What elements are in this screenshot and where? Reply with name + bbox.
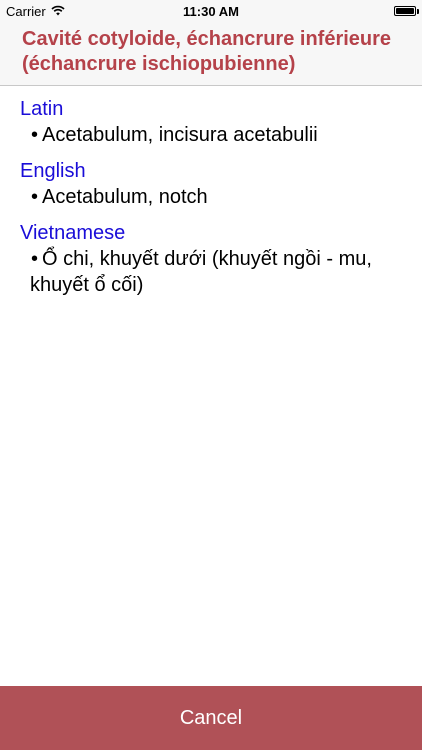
language-label-latin: Latin [20, 98, 64, 120]
page-title: Cavité cotyloide, échancrure inférieure … [22, 28, 392, 75]
battery-icon [394, 6, 419, 16]
entry-english: English • Acetabulum, notch [20, 158, 402, 210]
bullet-icon: • [30, 248, 38, 270]
status-bar: Carrier 11:30 AM [0, 0, 422, 22]
language-label-vietnamese: Vietnamese [20, 222, 126, 244]
term-list: Latin • Acetabulum, incisura acetabulii … [20, 96, 402, 308]
entry-latin: Latin • Acetabulum, incisura acetabulii [20, 96, 402, 148]
entry-vietnamese: Vietnamese • Ổ chi, khuyết dưới (khuyết … [20, 220, 402, 298]
bullet-icon: • [30, 124, 38, 146]
cancel-button[interactable]: Cancel [0, 686, 422, 750]
bullet-icon: • [30, 186, 38, 208]
term-vietnamese-continued: khuyết ổ cối) [30, 274, 144, 296]
term-row-vietnamese: • Ổ chi, khuyết dưới (khuyết ngồi - mu, [20, 246, 402, 272]
header: Cavité cotyloide, échancrure inférieure … [0, 22, 422, 86]
status-time: 11:30 AM [183, 4, 239, 19]
screen: Carrier 11:30 AM Cavité cotyloide, échan… [0, 0, 422, 750]
term-vietnamese: Ổ chi, khuyết dưới (khuyết ngồi - mu, [42, 248, 372, 270]
term-latin: Acetabulum, incisura acetabulii [42, 124, 318, 146]
term-row-latin: • Acetabulum, incisura acetabulii [20, 122, 402, 148]
term-row-english: • Acetabulum, notch [20, 184, 402, 210]
term-english: Acetabulum, notch [42, 186, 208, 208]
language-label-english: English [20, 160, 86, 182]
